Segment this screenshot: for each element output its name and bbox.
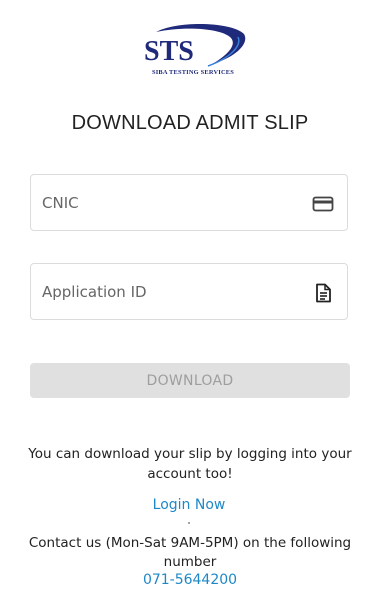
contact-phone-link[interactable]: 071-5644200	[0, 572, 370, 588]
divider-dot	[188, 522, 190, 524]
sts-logo: STS SIBA TESTING SERVICES	[138, 22, 248, 80]
login-now-link[interactable]: Login Now	[0, 497, 370, 513]
sts-logo-graphic: STS	[144, 23, 246, 67]
contact-text: Contact us (Mon-Sat 9AM-5PM) on the foll…	[28, 535, 352, 570]
login-note: You can download your slip by logging in…	[28, 446, 352, 482]
download-button[interactable]: DOWNLOAD	[30, 363, 350, 398]
logo-mark: STS	[144, 36, 194, 67]
cnic-input[interactable]	[31, 175, 301, 230]
page-title: DOWNLOAD ADMIT SLIP	[71, 112, 309, 134]
id-card-icon	[312, 193, 334, 215]
document-icon	[312, 282, 334, 304]
application-id-input[interactable]	[31, 264, 301, 319]
application-id-field[interactable]	[30, 263, 348, 320]
logo-subtitle: SIBA TESTING SERVICES	[151, 69, 234, 76]
cnic-field[interactable]	[30, 174, 348, 231]
